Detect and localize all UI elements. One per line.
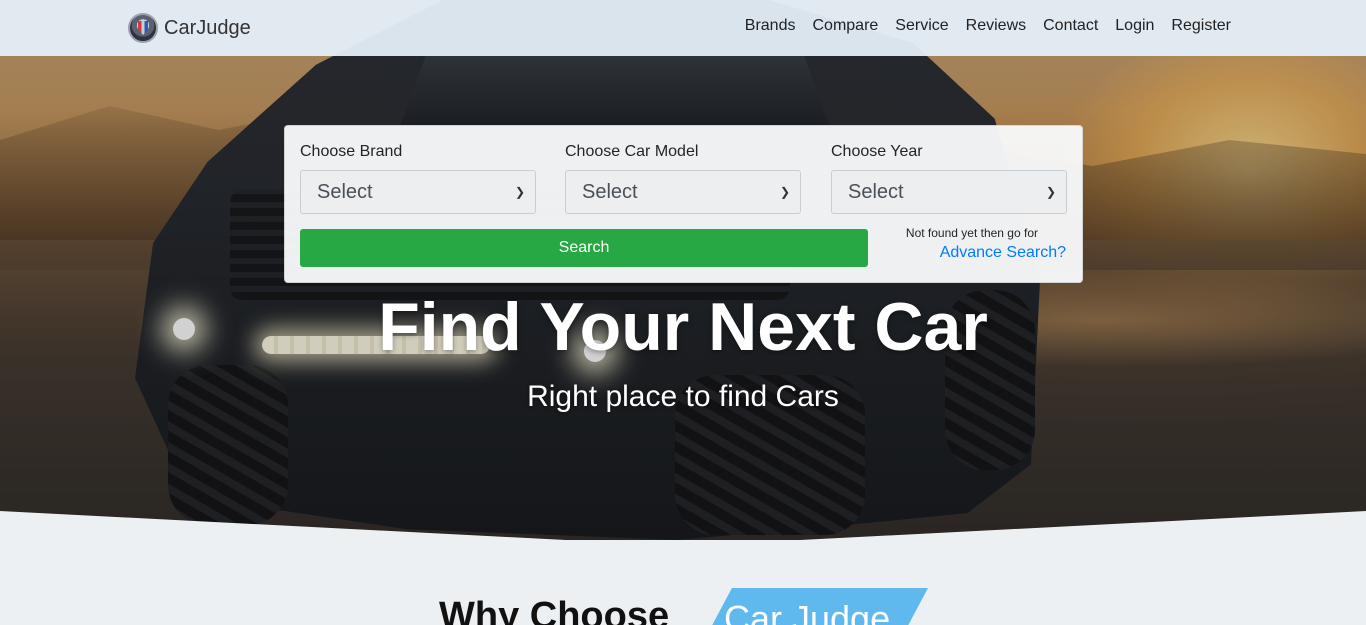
nav-link-reviews[interactable]: Reviews [966,17,1026,35]
why-choose-highlight: Car Judge [724,598,891,625]
brand-name[interactable]: CarJudge [164,17,251,40]
chevron-down-icon: ❯ [514,185,525,199]
advance-search-area: Not found yet then go for Advance Search… [906,226,1066,262]
brand-select-value: Select [317,180,373,203]
year-select[interactable]: Select ❯ [831,170,1067,214]
brand[interactable]: CarJudge [128,12,251,44]
nav-link-brands[interactable]: Brands [745,17,796,35]
search-panel: Choose Brand Select ❯ Choose Car Model S… [284,125,1083,283]
nav-link-service[interactable]: Service [895,17,948,35]
nav-link-register[interactable]: Register [1171,17,1231,35]
year-label: Choose Year [831,143,923,160]
why-choose-badge: Car Judge [700,588,928,625]
chevron-down-icon: ❯ [1045,185,1056,199]
navbar: CarJudge Brands Compare Service Reviews … [0,0,1366,56]
advance-search-link[interactable]: Advance Search? [906,244,1066,262]
nav-link-login[interactable]: Login [1115,17,1154,35]
model-label: Choose Car Model [565,143,699,160]
model-select-value: Select [582,180,638,203]
hero-subtitle: Right place to find Cars [527,380,839,413]
model-field: Choose Car Model Select ❯ [565,143,801,214]
why-choose-section: Why Choose Car Judge [0,540,1366,625]
brand-logo-icon[interactable] [128,13,158,43]
nav-link-compare[interactable]: Compare [812,17,878,35]
nav-links: Brands Compare Service Reviews Contact L… [745,17,1231,35]
brand-select[interactable]: Select ❯ [300,170,536,214]
chevron-down-icon: ❯ [779,185,790,199]
why-choose-heading: Why Choose [439,595,670,625]
nav-link-contact[interactable]: Contact [1043,17,1098,35]
brand-field: Choose Brand Select ❯ [300,143,536,214]
year-select-value: Select [848,180,904,203]
brand-label: Choose Brand [300,143,403,160]
not-found-text: Not found yet then go for [905,226,1038,240]
hero-title: Find Your Next Car [378,289,988,365]
search-button[interactable]: Search [300,229,868,267]
model-select[interactable]: Select ❯ [565,170,801,214]
year-field: Choose Year Select ❯ [831,143,1067,214]
